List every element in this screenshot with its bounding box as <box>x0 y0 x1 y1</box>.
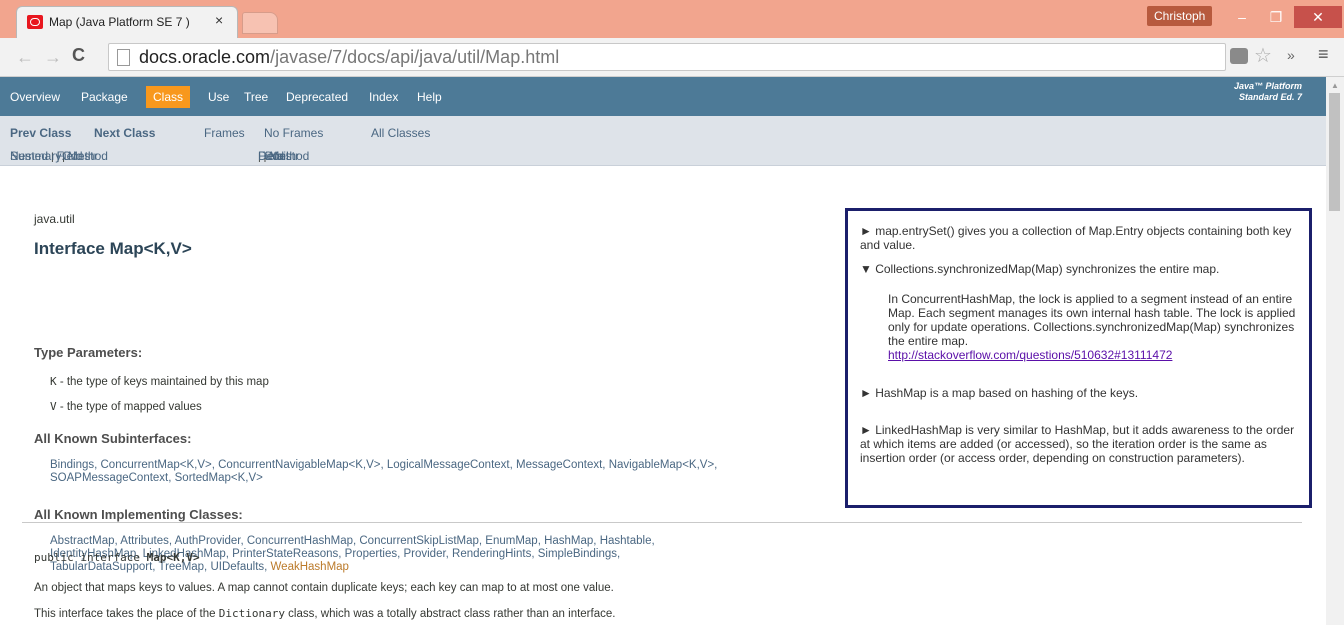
forward-arrow-icon[interactable]: → <box>44 47 62 68</box>
extension-icon[interactable] <box>1230 48 1248 64</box>
platform-line-1: Java™ Platform <box>1233 81 1302 91</box>
maximize-icon[interactable]: ❐ <box>1256 6 1296 28</box>
type-param-v-name: V <box>50 400 57 413</box>
signature: public interface Map<K,V> <box>34 551 200 565</box>
menu-icon[interactable]: ≡ <box>1318 44 1329 65</box>
notes-panel: ► map.entrySet() gives you a collection … <box>845 208 1312 508</box>
subinterfaces-line-1[interactable]: Bindings, ConcurrentMap<K,V>, Concurrent… <box>50 458 717 472</box>
url-path: /javase/7/docs/api/java/util/Map.html <box>270 47 560 67</box>
window-titlebar: Map (Java Platform SE 7 ) × Christoph ‒ … <box>0 0 1344 38</box>
type-param-v-desc: - the type of mapped values <box>56 401 202 413</box>
all-classes-link[interactable]: All Classes <box>371 126 430 140</box>
package-name: java.util <box>34 212 75 226</box>
next-class-link[interactable]: Next Class <box>94 126 155 140</box>
summary-constr: Constr <box>62 149 98 163</box>
type-param-v: V - the type of mapped values <box>50 400 202 414</box>
description-2-post: class, which was a totally abstract clas… <box>284 608 616 620</box>
profile-button[interactable]: Christoph <box>1147 6 1213 26</box>
subinterfaces-heading: All Known Subinterfaces: <box>34 431 192 446</box>
tab-close-icon[interactable]: × <box>215 12 223 28</box>
close-window-icon[interactable]: ✕ <box>1294 6 1342 28</box>
note-synchronizedmap[interactable]: ▼ Collections.synchronizedMap(Map) synch… <box>860 262 1300 276</box>
description-2: This interface takes the place of the Di… <box>34 607 615 621</box>
stackoverflow-link[interactable]: http://stackoverflow.com/questions/51063… <box>888 348 1172 362</box>
reload-icon[interactable]: C <box>72 45 85 66</box>
nav-class: Class <box>146 86 191 108</box>
subinterfaces-line-2[interactable]: SOAPMessageContext, SortedMap<K,V> <box>50 471 263 485</box>
detail-constr: Constr <box>263 149 299 163</box>
note-hashmap[interactable]: ► HashMap is a map based on hashing of t… <box>860 386 1300 400</box>
dictionary-code: Dictionary <box>218 607 285 620</box>
new-tab-button[interactable] <box>242 12 278 34</box>
weakhashmap-link[interactable]: WeakHashMap <box>271 561 349 573</box>
oracle-favicon-icon <box>27 15 43 29</box>
tab-title: Map (Java Platform SE 7 ) <box>49 15 190 29</box>
no-frames-link[interactable]: No Frames <box>264 126 323 140</box>
address-bar[interactable]: docs.oracle.com/javase/7/docs/api/java/u… <box>108 43 1226 71</box>
page-title: Interface Map<K,V> <box>34 239 192 258</box>
top-navbar: Overview Package Class Use Tree Deprecat… <box>0 77 1326 116</box>
implementing-heading: All Known Implementing Classes: <box>34 507 243 522</box>
page-icon <box>117 49 130 66</box>
note-synchronizedmap-detail: In ConcurrentHashMap, the lock is applie… <box>888 292 1302 362</box>
platform-label: Java™ Platform Standard Ed. 7 <box>1234 81 1302 103</box>
scroll-thumb[interactable] <box>1329 93 1340 211</box>
description-1: An object that maps keys to values. A ma… <box>34 582 614 594</box>
sub-navbar: Prev Class Next Class Frames No Frames A… <box>0 116 1326 166</box>
browser-toolbar: ← → C docs.oracle.com/javase/7/docs/api/… <box>0 38 1344 77</box>
nav-deprecated[interactable]: Deprecated <box>286 90 348 104</box>
prev-class-link[interactable]: Prev Class <box>10 126 71 140</box>
nav-index[interactable]: Index <box>369 90 398 104</box>
back-arrow-icon[interactable]: ← <box>16 47 34 68</box>
signature-prefix: public interface <box>34 551 147 564</box>
nav-use[interactable]: Use <box>208 90 229 104</box>
type-params-heading: Type Parameters: <box>34 345 143 360</box>
nav-tree[interactable]: Tree <box>244 90 268 104</box>
type-param-k-desc: - the type of keys maintained by this ma… <box>56 376 269 388</box>
vertical-scrollbar[interactable]: ▲ <box>1326 77 1344 625</box>
summary-links: Summary: Nested | Field | Constr | Metho… <box>10 149 108 163</box>
nav-overview[interactable]: Overview <box>10 90 60 104</box>
scroll-up-arrow-icon[interactable]: ▲ <box>1331 81 1339 90</box>
description-2-pre: This interface takes the place of the <box>34 608 219 620</box>
nav-help[interactable]: Help <box>417 90 442 104</box>
url-domain: docs.oracle.com <box>139 47 271 67</box>
detail-links: Detail: Field | Constr | Method <box>258 149 310 163</box>
note-linkedhashmap[interactable]: ► LinkedHashMap is very similar to HashM… <box>860 423 1300 465</box>
note-detail-text: In ConcurrentHashMap, the lock is applie… <box>888 292 1296 348</box>
implementing-line-1[interactable]: AbstractMap, Attributes, AuthProvider, C… <box>50 534 655 548</box>
note-entryset[interactable]: ► map.entrySet() gives you a collection … <box>860 224 1300 252</box>
platform-line-2: Standard Ed. 7 <box>1238 92 1302 102</box>
divider <box>22 522 1302 523</box>
more-extensions-icon[interactable]: » <box>1287 47 1295 63</box>
nav-package[interactable]: Package <box>81 90 128 104</box>
signature-name: Map<K,V> <box>146 551 200 564</box>
frames-link[interactable]: Frames <box>204 126 245 140</box>
url-text[interactable]: docs.oracle.com/javase/7/docs/api/java/u… <box>139 47 559 68</box>
bookmark-star-icon[interactable]: ☆ <box>1254 43 1272 68</box>
browser-tab[interactable]: Map (Java Platform SE 7 ) × <box>16 6 238 38</box>
type-param-k: K - the type of keys maintained by this … <box>50 375 269 389</box>
type-param-k-name: K <box>50 375 57 388</box>
